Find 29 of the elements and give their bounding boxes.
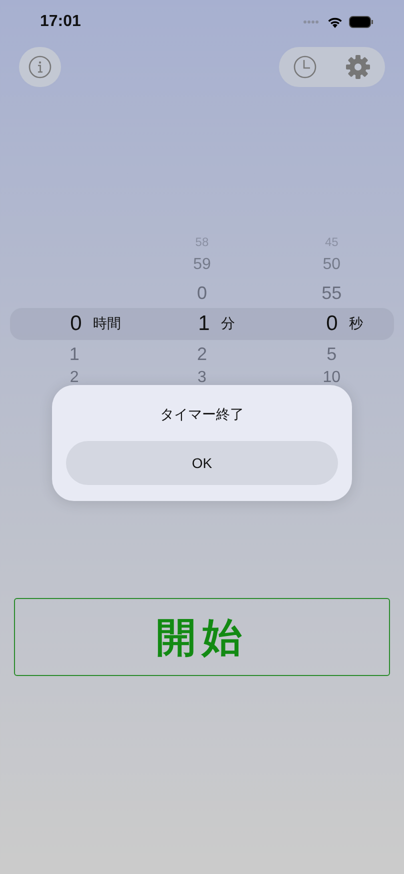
unit-label: 時間 — [93, 315, 122, 333]
ok-button[interactable]: OK — [66, 441, 338, 485]
info-button[interactable] — [19, 47, 61, 87]
unit-label: 秒 — [349, 315, 364, 333]
picker-value[interactable]: 59 — [184, 252, 219, 278]
picker-value[interactable]: 0 — [184, 278, 219, 308]
selected-value[interactable]: 1 — [187, 312, 221, 336]
alert-title: タイマー終了 — [160, 406, 244, 424]
picker-value[interactable]: 2 — [184, 340, 219, 368]
start-button[interactable]: 開始 — [14, 598, 390, 676]
settings-button[interactable] — [345, 54, 371, 80]
wifi-icon — [327, 16, 343, 28]
picker-value[interactable]: 55 — [314, 278, 349, 308]
status-time: 17:01 — [40, 13, 81, 31]
signal-icon — [303, 20, 321, 24]
history-button[interactable] — [293, 55, 317, 79]
picker-value[interactable]: 10 — [314, 368, 349, 388]
selected-value[interactable]: 0 — [315, 312, 349, 336]
unit-label: 分 — [221, 315, 236, 333]
info-icon — [28, 55, 52, 79]
picker-value[interactable]: 50 — [314, 252, 349, 278]
picker-value[interactable]: 3 — [184, 368, 219, 388]
picker-value[interactable]: 2 — [57, 368, 92, 388]
settings-icon — [345, 54, 371, 80]
battery-icon — [349, 16, 374, 28]
selected-value[interactable]: 0 — [59, 312, 93, 336]
clock-icon — [293, 55, 317, 79]
picker-value[interactable]: 1 — [57, 340, 92, 368]
picker-value[interactable]: 5 — [314, 340, 349, 368]
